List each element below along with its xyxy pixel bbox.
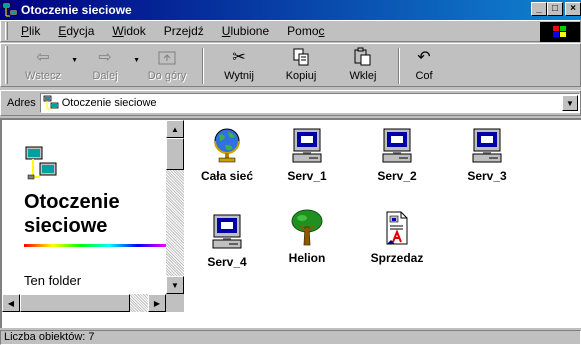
status-bar: Liczba obiektów: 7 — [0, 329, 581, 345]
item-cala-siec[interactable]: Cała sieć — [192, 126, 262, 183]
panel-title: Otoczenie sieciowe — [24, 190, 120, 238]
status-object-count: Liczba obiektów: 7 — [0, 329, 581, 345]
menu-pomoc-pre: Pomo — [287, 24, 319, 38]
menu-edycja[interactable]: Edycja — [49, 24, 103, 38]
address-value: Otoczenie sieciowe — [61, 97, 157, 109]
address-field[interactable]: Otoczenie sieciowe ▼ — [39, 93, 580, 113]
menubar-grip[interactable] — [5, 22, 8, 40]
computer-icon — [469, 126, 505, 166]
menu-bar: Plik Edycja Widok Przejdź Ulubione Pomoc — [0, 20, 581, 42]
up-button[interactable]: Do góry — [136, 46, 198, 86]
address-label: Adres — [7, 97, 36, 109]
paste-icon — [351, 46, 375, 68]
panel-title-line2: sieciowe — [24, 215, 108, 237]
menu-ulubione[interactable]: Ulubione — [213, 24, 278, 38]
item-serv-1[interactable]: Serv_1 — [272, 126, 342, 183]
back-button[interactable]: ⇦ Wstecz ▼ — [12, 46, 78, 86]
panel-subtitle: Ten folder — [24, 273, 82, 288]
web-view-panel: Otoczenie sieciowe Ten folder — [2, 120, 166, 294]
copy-icon — [289, 46, 313, 68]
vertical-scroll-thumb[interactable] — [166, 138, 184, 170]
cut-label: Wytnij — [224, 70, 254, 82]
item-serv-2[interactable]: Serv_2 — [362, 126, 432, 183]
horizontal-scrollbar[interactable]: ◀ ▶ — [2, 294, 166, 312]
item-label: Serv_1 — [287, 169, 327, 183]
undo-button[interactable]: ↶ Cof — [404, 46, 444, 86]
toolbar-separator-2 — [398, 48, 400, 84]
item-sprzedaz[interactable]: Sprzedaz — [362, 208, 432, 265]
menu-widok[interactable]: Widok — [103, 24, 154, 38]
undo-icon: ↶ — [417, 49, 431, 66]
item-helion[interactable]: Helion — [272, 208, 342, 265]
back-arrow-icon: ⇦ — [36, 49, 50, 66]
item-label: Helion — [288, 251, 326, 265]
computer-icon — [209, 212, 245, 252]
windows-logo — [540, 22, 580, 42]
undo-label: Cof — [415, 70, 433, 82]
window-controls: _ □ × — [531, 2, 581, 16]
copy-button[interactable]: Kopiuj — [270, 46, 332, 86]
menu-pomoc[interactable]: Pomoc — [278, 24, 333, 38]
scroll-up-button[interactable]: ▲ — [166, 120, 184, 138]
document-icon — [379, 208, 415, 248]
scissors-icon: ✂ — [232, 49, 246, 66]
horizontal-scroll-thumb[interactable] — [20, 294, 130, 312]
network-neighborhood-icon — [25, 146, 57, 180]
menu-przejdz-label: dź — [191, 24, 204, 38]
computer-icon — [289, 126, 325, 166]
network-neighborhood-icon — [43, 95, 59, 110]
menu-plik[interactable]: Plik — [12, 24, 49, 38]
item-serv-3[interactable]: Serv_3 — [452, 126, 522, 183]
menu-edycja-label: dycja — [66, 24, 95, 38]
rainbow-divider — [24, 244, 166, 247]
copy-label: Kopiuj — [285, 70, 317, 82]
globe-icon — [209, 126, 245, 166]
window-title: Otoczenie sieciowe — [21, 3, 132, 17]
network-neighborhood-icon — [2, 2, 18, 17]
address-dropdown-button[interactable]: ▼ — [562, 95, 578, 111]
paste-label: Wklej — [349, 70, 377, 82]
back-label: Wstecz — [24, 70, 62, 82]
item-serv-4[interactable]: Serv_4 — [192, 212, 262, 269]
icon-view: Cała sieć Serv_1 Serv_2 Serv_3 Serv_4 He… — [188, 120, 581, 330]
up-label: Do góry — [147, 70, 187, 82]
up-folder-icon — [155, 46, 179, 68]
maximize-button[interactable]: □ — [547, 2, 563, 16]
menu-ulubione-label: lubione — [230, 24, 270, 38]
menu-przejdz-pre: Prze — [163, 24, 189, 38]
scroll-down-button[interactable]: ▼ — [166, 276, 184, 294]
forward-label: Dalej — [92, 70, 118, 82]
windows-flag-icon — [553, 26, 566, 37]
minimize-button[interactable]: _ — [531, 2, 547, 16]
close-button[interactable]: × — [565, 2, 581, 16]
toolbar: ⇦ Wstecz ▼ ⇨ Dalej ▼ Do góry ✂ Wytnij Ko… — [0, 43, 581, 87]
menu-plik-label: lik — [29, 24, 41, 38]
scrollbar-corner — [166, 294, 184, 312]
menu-przejdz[interactable]: Przejdź — [155, 24, 213, 38]
item-label: Serv_4 — [207, 255, 247, 269]
title-bar[interactable]: Otoczenie sieciowe _ □ × — [0, 0, 581, 20]
scroll-right-button[interactable]: ▶ — [148, 294, 166, 312]
menu-plik-mnemonic: P — [21, 24, 30, 38]
vertical-scrollbar[interactable]: ▲ ▼ — [166, 120, 184, 294]
toolbar-separator — [202, 48, 204, 84]
item-label: Serv_3 — [467, 169, 507, 183]
toolbar-grip[interactable] — [5, 46, 8, 84]
address-bar: Adres Otoczenie sieciowe ▼ — [0, 90, 581, 116]
paste-button[interactable]: Wklej — [332, 46, 394, 86]
scroll-left-button[interactable]: ◀ — [2, 294, 20, 312]
forward-button[interactable]: ⇨ Dalej ▼ — [74, 46, 140, 86]
menu-widok-label: idok — [123, 24, 146, 38]
forward-arrow-icon: ⇨ — [98, 49, 112, 66]
cut-button[interactable]: ✂ Wytnij — [208, 46, 270, 86]
menu-pomoc-mnemonic: c — [318, 24, 325, 38]
panel-title-line1: Otoczenie — [24, 191, 120, 213]
computer-icon — [379, 126, 415, 166]
item-label: Sprzedaz — [370, 251, 424, 265]
item-label: Cała sieć — [200, 169, 254, 183]
menu-widok-mnemonic: W — [112, 24, 124, 38]
tree-icon — [289, 208, 325, 248]
item-label: Serv_2 — [377, 169, 417, 183]
main-area: Otoczenie sieciowe Ten folder ▲ ▼ ◀ ▶ Ca… — [0, 118, 581, 328]
